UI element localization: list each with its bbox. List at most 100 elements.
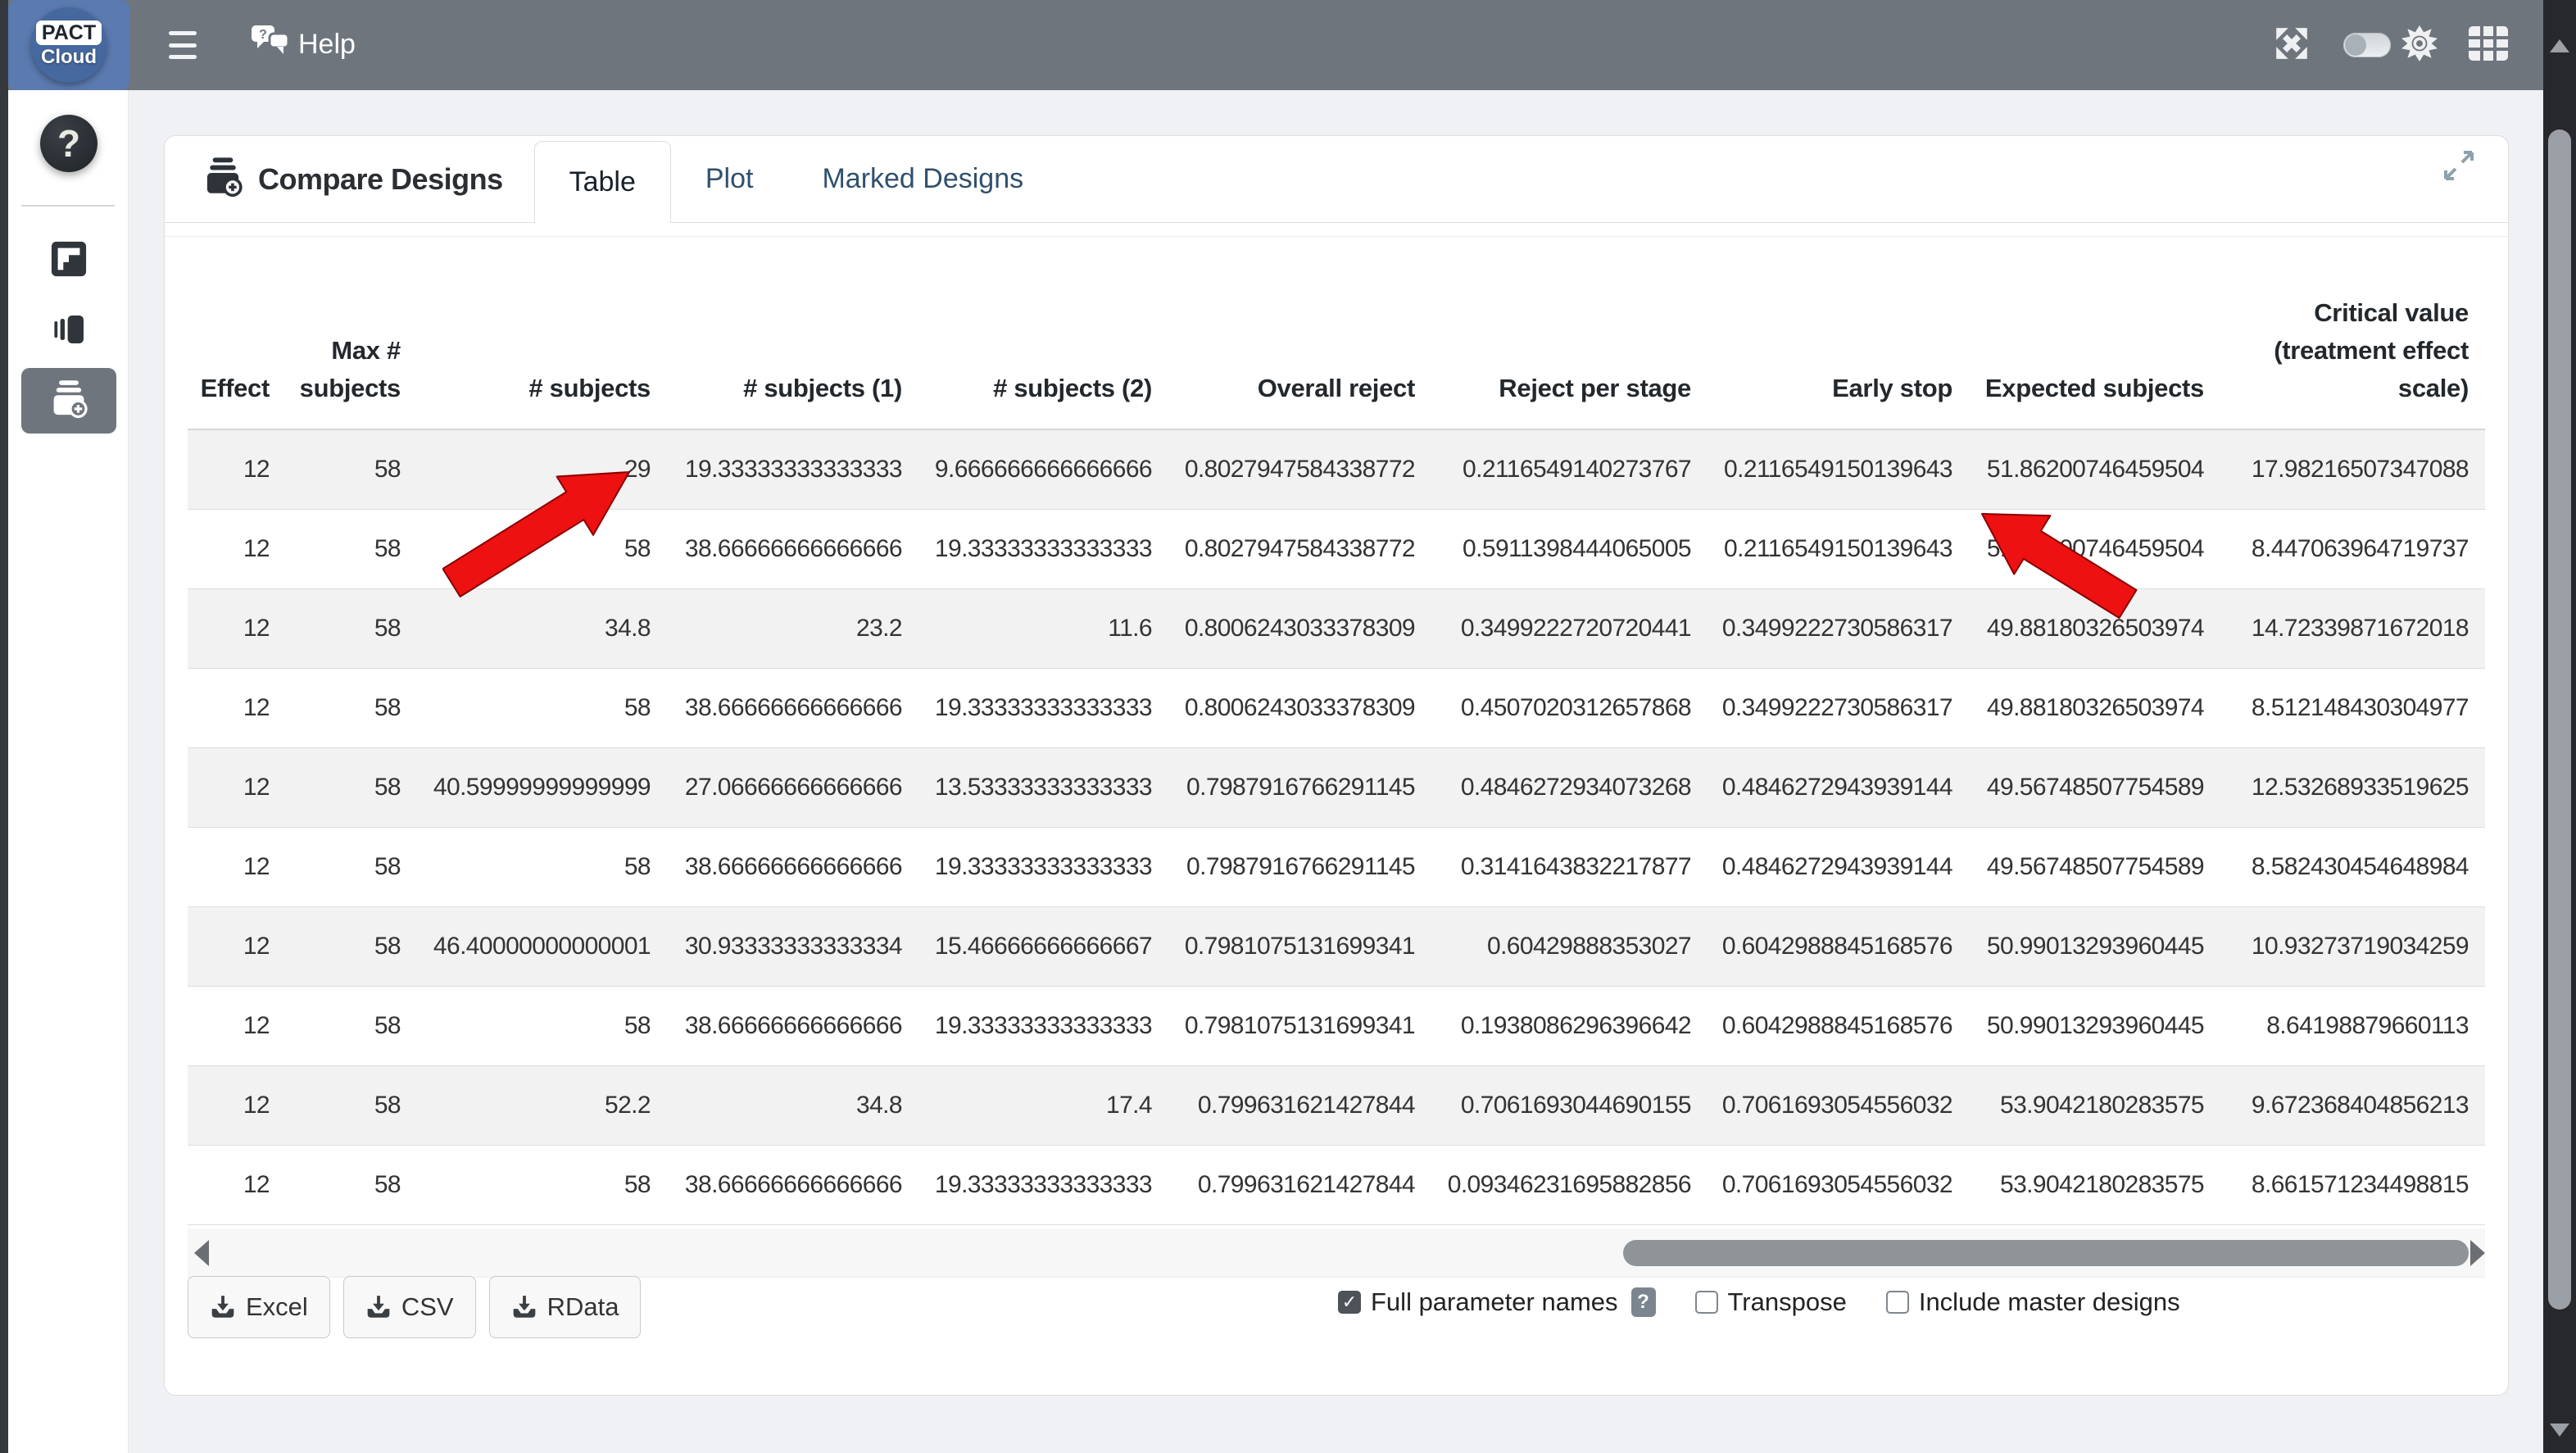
table-cell: 19.33333333333333 [918,510,1168,589]
horizontal-scrollbar-thumb[interactable] [1623,1240,2469,1266]
table-cell: 58 [417,828,667,907]
table-cell: 0.3141643832217877 [1431,828,1708,907]
table-row[interactable]: 12585838.6666666666666619.33333333333333… [188,1146,2485,1225]
grid-table-icon[interactable] [2468,25,2509,66]
table-cell: 58 [286,669,417,748]
scroll-down-arrow[interactable] [2550,1423,2569,1437]
table-cell: 52.2 [417,1066,667,1146]
table-row[interactable]: 125840.5999999999999927.0666666666666613… [188,748,2485,828]
table-row[interactable]: 125834.823.211.60.80062430333783090.3499… [188,589,2485,669]
download-icon [365,1294,392,1320]
table-cell: 23.2 [667,589,918,669]
table-cell: 58 [417,510,667,589]
checkbox-unchecked[interactable] [1886,1291,1909,1314]
tab-plot[interactable]: Plot [671,136,788,222]
table-cell: 58 [417,1146,667,1225]
export-buttons: Excel CSV RData [188,1276,641,1338]
option-transpose[interactable]: Transpose [1695,1287,1847,1317]
vertical-scrollbar-thumb[interactable] [2548,129,2571,1310]
table-cell: 17.98216507347088 [2220,429,2485,510]
table-cell: 38.66666666666666 [667,1146,918,1225]
vertical-scrollbar[interactable] [2543,0,2576,1453]
card-stack-icon [49,310,88,353]
table-cell: 0.8006243033378309 [1168,589,1431,669]
column-header-effect: Effect [188,237,286,429]
table-cell: 8.64198879660113 [2220,987,2485,1066]
table-cell: 19.33333333333333 [918,669,1168,748]
panel-title: Compare Designs [258,162,503,197]
table-cell: 19.33333333333333 [918,828,1168,907]
table-cell: 0.7061693054556032 [1708,1066,1969,1146]
help-badge[interactable]: ? [1631,1287,1656,1317]
table-row[interactable]: 12585838.6666666666666619.33333333333333… [188,828,2485,907]
checkbox-checked[interactable]: ✓ [1338,1291,1361,1314]
option-label: Full parameter names [1371,1287,1618,1317]
table-cell: 0.4846272943939144 [1708,828,1969,907]
table-cell: 38.66666666666666 [667,669,918,748]
table-cell: 0.60429888353027 [1431,907,1708,987]
sidebar-item-designs[interactable] [8,240,129,282]
scroll-left-arrow[interactable] [194,1240,209,1266]
table-row[interactable]: 12585838.6666666666666619.33333333333333… [188,987,2485,1066]
help-menu[interactable]: ? Help [251,25,356,65]
tab-table[interactable]: Table [534,141,671,223]
table-cell: 46.40000000000001 [417,907,667,987]
table-cell: 50.99013293960445 [1969,907,2220,987]
help-label: Help [298,29,356,61]
sidebar-divider [21,205,115,207]
help-chat-bubbles-icon: ? [251,25,290,65]
table-cell: 38.66666666666666 [667,828,918,907]
table-cell: 0.6042988845168576 [1708,987,1969,1066]
option-full-parameter-names[interactable]: ✓ Full parameter names? [1338,1287,1656,1317]
table-cell: 51.86200746459504 [1969,429,2220,510]
compare-designs-icon [201,155,245,203]
table-row[interactable]: 12582919.333333333333339.666666666666666… [188,429,2485,510]
column-header-max-: Max # subjects [286,237,417,429]
theme-toggle-switch[interactable] [2343,33,2391,57]
option-include-master-designs[interactable]: Include master designs [1886,1287,2180,1317]
sidebar-item-stages[interactable] [8,310,129,353]
table-cell: 0.7061693054556032 [1708,1146,1969,1225]
table-cell: 19.33333333333333 [918,1146,1168,1225]
option-label: Include master designs [1919,1287,2180,1317]
horizontal-scrollbar[interactable] [188,1228,2485,1278]
sidebar-toggle-button[interactable] [169,31,197,59]
table-cell: 29 [417,429,667,510]
expand-panel-icon[interactable] [2442,149,2475,186]
table-cell: 0.4507020312657868 [1431,669,1708,748]
table-cell: 0.8027947584338772 [1168,510,1431,589]
table-row[interactable]: 12585838.6666666666666619.33333333333333… [188,510,2485,589]
user-avatar[interactable]: ? [40,115,98,172]
export-csv-button[interactable]: CSV [343,1276,476,1338]
settings-sun-icon[interactable] [2401,25,2438,66]
table-row[interactable]: 125846.4000000000000130.9333333333333415… [188,907,2485,987]
table-cell: 0.7061693044690155 [1431,1066,1708,1146]
checkbox-unchecked[interactable] [1695,1291,1718,1314]
column-header-expected-subjects: Expected subjects [1969,237,2220,429]
table-cell: 8.512148430304977 [2220,669,2485,748]
export-excel-button[interactable]: Excel [188,1276,330,1338]
table-cell: 0.3499222720720441 [1431,589,1708,669]
table-cell: 12 [188,907,286,987]
export-button-label: Excel [246,1292,308,1322]
designs-table: EffectMax # subjects# subjects# subjects… [188,237,2485,1225]
scroll-right-arrow[interactable] [2470,1240,2485,1266]
left-sidebar: ? [8,90,129,1453]
table-cell: 58 [286,828,417,907]
table-row[interactable]: 12585838.6666666666666619.33333333333333… [188,669,2485,748]
svg-text:?: ? [259,28,267,42]
export-rdata-button[interactable]: RData [489,1276,642,1338]
table-cell: 0.7987916766291145 [1168,828,1431,907]
table-cell: 15.46666666666667 [918,907,1168,987]
table-cell: 0.1938086296396642 [1431,987,1708,1066]
sidebar-item-compare-designs-selected[interactable] [21,368,116,434]
export-button-label: RData [547,1292,619,1322]
option-label: Transpose [1728,1287,1847,1317]
table-cell: 34.8 [417,589,667,669]
table-cell: 12 [188,748,286,828]
tab-marked-designs[interactable]: Marked Designs [787,136,1058,222]
table-cell: 53.9042180283575 [1969,1066,2220,1146]
table-row[interactable]: 125852.234.817.40.7996316214278440.70616… [188,1066,2485,1146]
scroll-up-arrow[interactable] [2550,39,2569,52]
fullscreen-icon[interactable] [2273,25,2311,66]
